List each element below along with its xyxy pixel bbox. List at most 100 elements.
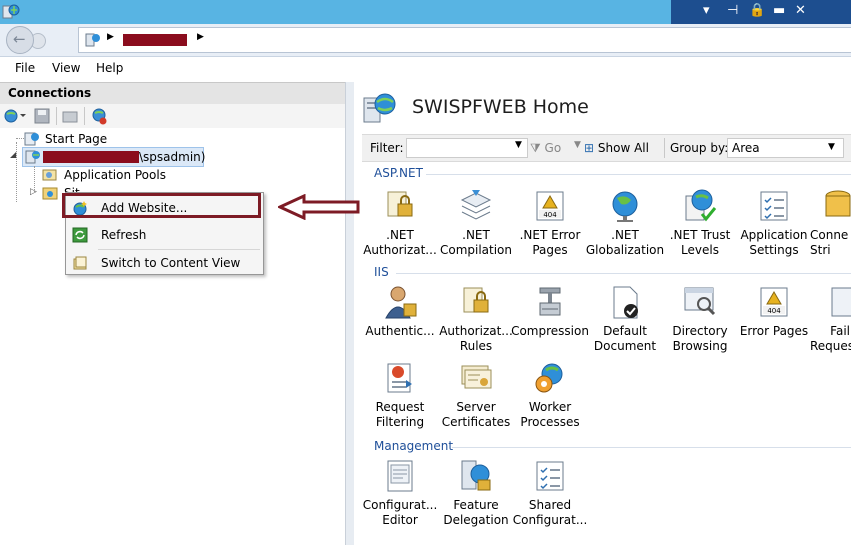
feature-label: Worker Processes [520, 400, 580, 429]
filter-divider [664, 138, 665, 158]
feature-net-authorization[interactable]: .NET Authorizat... [360, 188, 440, 258]
feature-label: Authorizat... Rules [439, 324, 513, 353]
feature-net-error-pages[interactable]: 404 .NET Error Pages [510, 188, 590, 258]
feature-default-document[interactable]: Default Document [585, 284, 665, 354]
menu-file[interactable]: File [15, 61, 35, 75]
filter-label: Filter: [370, 141, 404, 155]
feature-server-certificates[interactable]: Server Certificates [436, 360, 516, 430]
pin-icon[interactable]: ⊣ [727, 3, 738, 18]
tree-item-server[interactable]: \spsadmin) [22, 147, 206, 167]
show-all-icon: ⊞ [584, 141, 595, 155]
directory-browsing-icon [684, 287, 716, 316]
redacted-server-name [43, 151, 139, 163]
filter-input[interactable] [406, 138, 528, 158]
section-aspnet: ASP.NET [374, 166, 423, 180]
feature-error-pages[interactable]: 404 Error Pages [734, 284, 814, 339]
feature-label: Request Filtering [375, 400, 425, 429]
address-field[interactable]: ▶ ▶ [78, 27, 851, 53]
breadcrumb-chevron-icon[interactable]: ▶ [197, 32, 204, 42]
feature-connection-strings[interactable]: Conne Stri [810, 188, 851, 258]
save-icon[interactable] [34, 108, 50, 124]
group-by-label: Group by: [670, 141, 729, 155]
menu-view[interactable]: View [52, 61, 80, 75]
server-home-icon [363, 93, 396, 123]
redacted-server-name [123, 34, 187, 46]
go-dropdown-icon[interactable]: ▼ [574, 140, 581, 150]
server-icon [25, 150, 40, 164]
feature-net-trust-levels[interactable]: .NET Trust Levels [660, 188, 740, 258]
chevron-down-icon[interactable]: ▾ [703, 3, 710, 18]
feature-label: .NET Compilation [439, 228, 513, 257]
feature-label: Conne Stri [810, 228, 849, 257]
tree-item-start-page[interactable]: Start Page [24, 130, 224, 148]
feature-worker-processes[interactable]: Worker Processes [510, 360, 590, 430]
breadcrumb-chevron-icon: ▶ [107, 32, 114, 42]
feature-label: Application Settings [740, 228, 808, 257]
feature-net-globalization[interactable]: .NET Globalization [585, 188, 665, 258]
disconnect-icon[interactable] [90, 107, 108, 125]
up-folder-icon[interactable] [62, 108, 78, 124]
feature-label: .NET Globalization [585, 228, 665, 257]
connections-header: Connections [0, 82, 345, 105]
toolbar-divider [84, 107, 85, 125]
feature-net-compilation[interactable]: .NET Compilation [436, 188, 516, 258]
feature-label: .NET Error Pages [519, 228, 581, 257]
configuration-editor-icon [387, 460, 413, 492]
tree-item-application-pools[interactable]: Application Pools [42, 166, 242, 184]
expanded-triangle-icon[interactable]: ◢ [10, 150, 16, 159]
feature-label: .NET Authorizat... [363, 228, 437, 257]
svg-text:404: 404 [767, 307, 781, 315]
menu-item-refresh[interactable]: Refresh [66, 222, 263, 248]
connections-title: Connections [8, 86, 92, 100]
tree-line [16, 142, 18, 202]
feature-request-filtering[interactable]: Request Filtering [360, 360, 440, 430]
feature-failed-request-tracing[interactable]: Fail Reques [810, 284, 851, 354]
feature-shared-configuration[interactable]: Shared Configurat... [510, 458, 590, 528]
lock-icon[interactable]: 🔒 [749, 3, 765, 18]
minimize-icon[interactable]: ▬ [773, 3, 785, 18]
feature-label: Authentic... [365, 324, 435, 338]
net-globalization-icon [612, 191, 638, 222]
tree-label: \spsadmin) [139, 150, 206, 164]
connect-globe-icon[interactable] [4, 108, 28, 124]
feature-configuration-editor[interactable]: Configurat... Editor [360, 458, 440, 528]
feature-feature-delegation[interactable]: Feature Delegation [436, 458, 516, 528]
worker-processes-icon [535, 363, 563, 393]
collapsed-triangle-icon[interactable]: ▷ [30, 187, 37, 197]
net-error-pages-icon: 404 [536, 191, 564, 221]
show-all-label: Show All [597, 141, 649, 155]
net-authorization-icon [387, 191, 413, 217]
annotation-highlight-box [62, 193, 261, 218]
menu-item-switch-to-content-view[interactable]: Switch to Content View [66, 250, 263, 276]
default-document-icon [613, 286, 638, 319]
feature-authorization-rules[interactable]: Authorizat... Rules [436, 284, 516, 354]
back-button[interactable]: ← [6, 26, 34, 54]
application-pools-icon [42, 169, 57, 181]
go-button[interactable]: ⧩ Go [530, 141, 561, 156]
section-divider [396, 273, 851, 274]
start-page-icon [24, 132, 39, 146]
feature-application-settings[interactable]: Application Settings [734, 188, 814, 258]
menu-help[interactable]: Help [96, 61, 123, 75]
close-icon[interactable]: ✕ [795, 3, 806, 18]
feature-compression[interactable]: Compression [510, 284, 590, 339]
tree-label: Application Pools [64, 168, 166, 182]
title-bar-system-area: ▾ ⊣ 🔒 ▬ ✕ [671, 0, 851, 24]
group-by-select[interactable]: Area ▼ [727, 138, 844, 158]
feature-label: .NET Trust Levels [669, 228, 731, 257]
funnel-icon: ⧩ [530, 141, 541, 155]
show-all-button[interactable]: ⊞ Show All [584, 141, 649, 155]
feature-directory-browsing[interactable]: Directory Browsing [660, 284, 740, 354]
section-divider [426, 174, 851, 175]
connection-strings-icon [825, 190, 851, 217]
go-label: Go [544, 141, 562, 155]
feature-label: Configurat... Editor [362, 498, 438, 527]
feature-authentication[interactable]: Authentic... [360, 284, 440, 339]
section-management: Management [374, 439, 454, 453]
failed-request-icon [831, 287, 851, 317]
authorization-rules-icon [463, 287, 489, 313]
feature-label: Fail Reques [810, 324, 851, 353]
svg-text:404: 404 [543, 211, 557, 219]
feature-label: Compression [511, 324, 589, 338]
filter-dropdown-icon[interactable]: ▼ [515, 140, 522, 150]
